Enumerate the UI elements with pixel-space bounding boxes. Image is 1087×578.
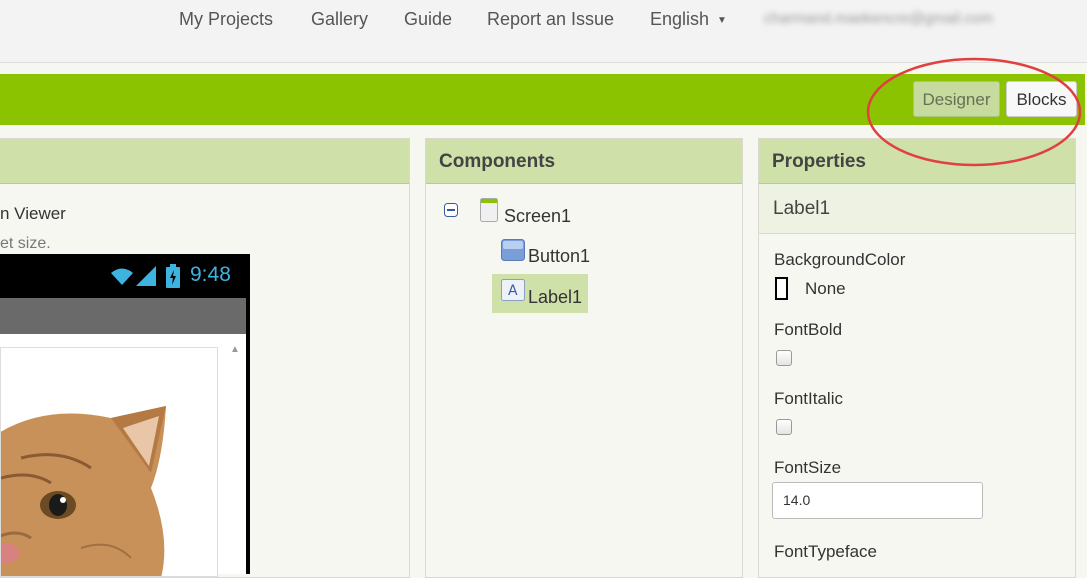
phone-screen: ▲ bbox=[0, 334, 246, 577]
properties-panel-title: Properties bbox=[759, 139, 1075, 184]
components-panel-title: Components bbox=[426, 139, 742, 184]
font-typeface-label: FontTypeface bbox=[774, 542, 878, 561]
image-component[interactable] bbox=[0, 347, 218, 577]
phone-clock: 9:48 bbox=[190, 263, 231, 286]
battery-icon bbox=[166, 264, 180, 288]
font-italic-label: FontItalic bbox=[774, 389, 843, 408]
language-dropdown[interactable]: English ▼ bbox=[650, 9, 727, 30]
wifi-icon bbox=[111, 268, 133, 285]
svg-text:A: A bbox=[508, 283, 518, 299]
font-bold-label: FontBold bbox=[774, 320, 843, 339]
components-panel: Components bbox=[425, 138, 743, 578]
signal-icon bbox=[136, 266, 156, 286]
font-size-label: FontSize bbox=[774, 458, 842, 477]
background-color-value[interactable]: None bbox=[805, 279, 846, 299]
tree-item-button1[interactable]: Button1 bbox=[528, 246, 590, 267]
viewer-panel-header bbox=[0, 139, 409, 184]
phone-status-bar: 9:48 bbox=[0, 254, 248, 296]
collapse-icon[interactable] bbox=[444, 203, 458, 222]
caret-down-icon: ▼ bbox=[717, 14, 727, 26]
top-navigation-bar: My Projects Gallery Guide Report an Issu… bbox=[0, 0, 1087, 63]
nav-guide[interactable]: Guide bbox=[404, 9, 452, 30]
nav-my-projects[interactable]: My Projects bbox=[179, 9, 273, 30]
background-color-label: BackgroundColor bbox=[774, 250, 906, 269]
viewer-size-text: et size. bbox=[0, 235, 51, 252]
font-italic-checkbox[interactable] bbox=[776, 419, 792, 435]
label-icon: A bbox=[501, 279, 525, 306]
phone-title-bar bbox=[0, 298, 246, 334]
tree-item-label1[interactable]: Label1 bbox=[528, 287, 582, 308]
kitten-image bbox=[1, 406, 166, 576]
font-bold-checkbox[interactable] bbox=[776, 350, 792, 366]
blocks-button[interactable]: Blocks bbox=[1006, 81, 1077, 117]
account-email[interactable]: charmand.maekencre@gmail.com bbox=[764, 10, 1054, 28]
language-label: English bbox=[650, 9, 710, 29]
tree-item-screen1[interactable]: Screen1 bbox=[504, 206, 571, 227]
font-size-input[interactable]: 14.0 bbox=[772, 482, 983, 519]
screen-icon bbox=[480, 198, 498, 227]
phone-preview: 9:48 ▲ bbox=[0, 254, 250, 577]
scroll-up-arrow-icon[interactable]: ▲ bbox=[230, 344, 240, 355]
background-color-swatch[interactable] bbox=[775, 277, 788, 300]
viewer-display-text: n Viewer bbox=[0, 204, 66, 223]
nav-report-issue[interactable]: Report an Issue bbox=[487, 9, 614, 30]
nav-gallery[interactable]: Gallery bbox=[311, 9, 368, 30]
button-icon bbox=[501, 239, 525, 266]
designer-button[interactable]: Designer bbox=[913, 81, 1000, 117]
properties-component-name: Label1 bbox=[759, 184, 1075, 234]
